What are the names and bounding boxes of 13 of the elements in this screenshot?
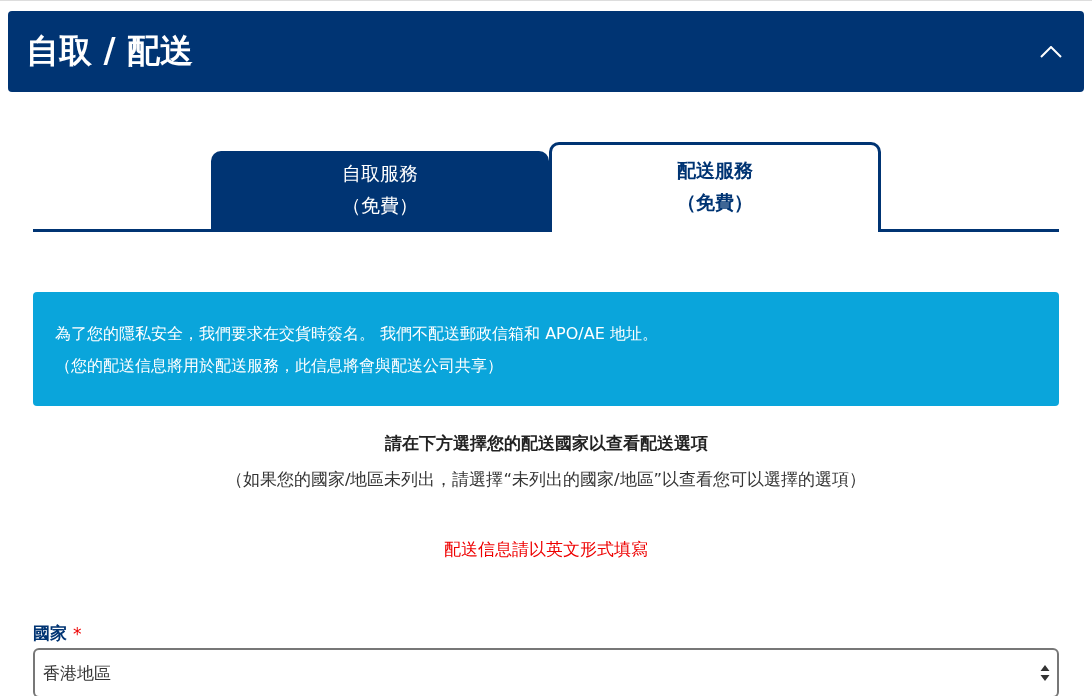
field-label: 國家 [33,622,67,645]
country-select[interactable]: 香港地區 [33,648,1059,696]
notice-text: 為了您的隱私安全，我們要求在交貨時簽名。 我們不配送郵政信箱和 APO/AE 地址。 [55,323,658,345]
required-mark: * [73,623,82,644]
up-down-arrows-icon [1040,664,1050,682]
notice-text: （您的配送信息將用於配送服務，此信息將會與配送公司共享） [55,355,503,377]
collapse-chevron-icon[interactable] [1040,45,1062,58]
instruction-note: （如果您的國家/地區未列出，請選擇“未列出的國家/地區”以查看您可以選擇的選項） [225,469,867,491]
section-title: 自取 / 配送 [26,30,194,72]
tab[interactable]: 配送服務 （免費） [549,142,881,232]
warning-text: 配送信息請以英文形式填寫 [444,539,648,561]
tab[interactable]: 自取服務 （免費） [211,151,549,229]
instruction-heading: 請在下方選擇您的配送國家以查看配送選項 [384,433,708,455]
